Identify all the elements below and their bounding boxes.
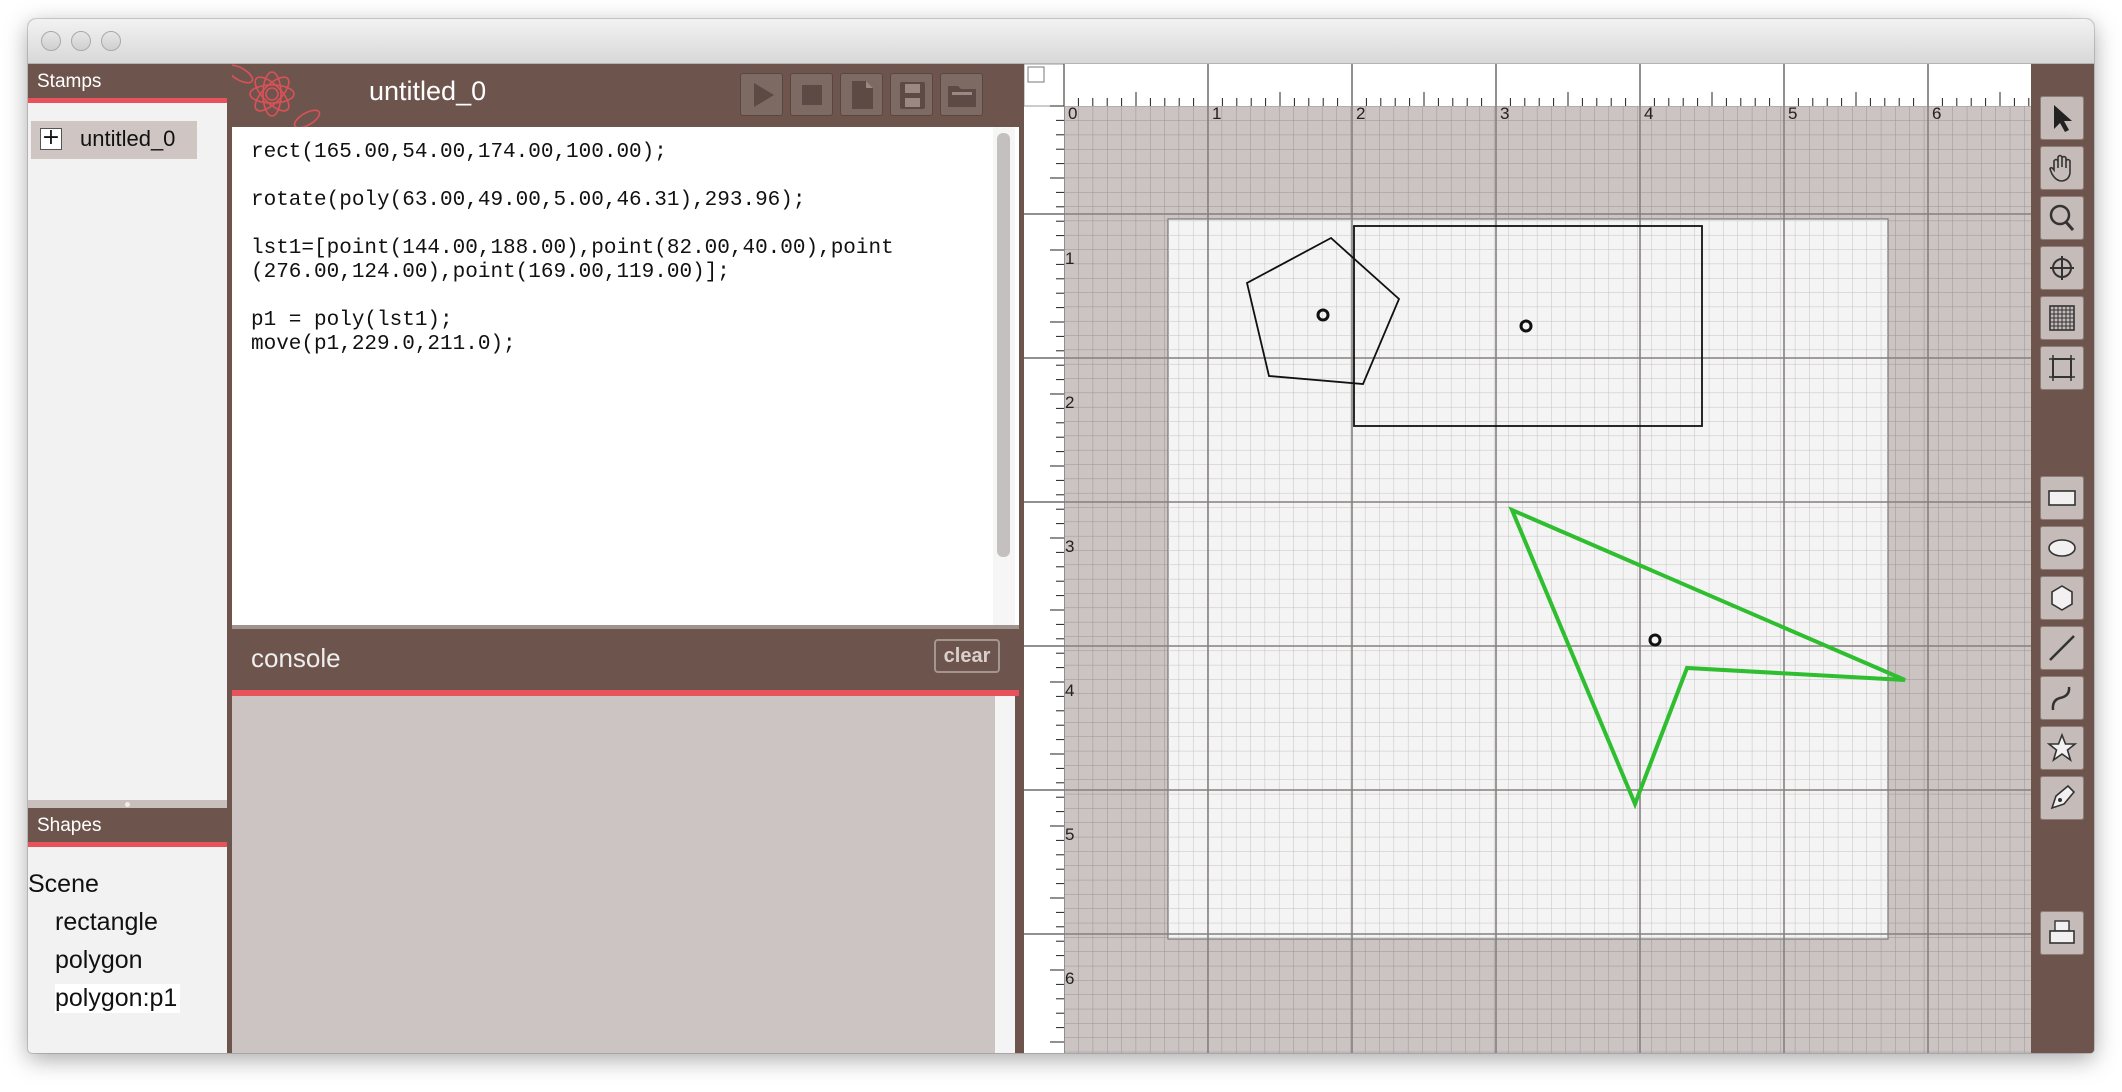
line-tool[interactable] [2040,626,2084,670]
zoom-icon [2049,204,2075,231]
top-ruler-label: 5 [1788,104,1797,123]
splitter-handle[interactable] [125,802,130,807]
crosshair-tool[interactable] [2040,246,2084,290]
pointer-tool[interactable] [2040,96,2084,140]
shapes-header-label: Shapes [37,815,102,836]
title-bar [28,19,2094,64]
stamps-header-label: Stamps [37,71,102,92]
console-output[interactable] [232,696,1015,1053]
minimize-window-button[interactable] [71,31,91,51]
grid-icon [2049,305,2075,331]
zoom-tool[interactable] [2040,196,2084,240]
editor-header: untitled_0 [232,64,1019,127]
run-button[interactable] [740,73,783,116]
crosshair-icon [2050,256,2074,280]
left-ruler [1024,64,1064,1053]
left-ruler-label: 3 [1065,537,1074,556]
close-window-button[interactable] [41,31,61,51]
left-ruler-label: 5 [1065,825,1074,844]
ellipse-icon [2048,539,2076,557]
console-title: console [251,643,341,673]
left-ruler-label: 2 [1065,393,1074,412]
line-icon [2049,635,2075,661]
print-icon [2049,920,2075,944]
document-title: untitled_0 [369,76,487,106]
tree-node-rectangle[interactable]: rectangle [55,908,158,937]
top-ruler-label: 1 [1212,104,1221,123]
drawing-canvas[interactable]: 0 1 2 3 4 5 6 1 2 3 4 5 6 [1024,64,2031,1053]
frame-icon [2049,355,2075,381]
hand-icon [2049,154,2071,182]
tree-node-polygon-p1[interactable]: polygon:p1 [55,984,181,1013]
star-tool[interactable] [2040,726,2084,770]
polygon-tool[interactable] [2040,576,2084,620]
frame-tool[interactable] [2040,346,2084,390]
code-editor[interactable]: rect(165.00,54.00,174.00,100.00); rotate… [232,127,1019,625]
top-ruler-label: 6 [1932,104,1941,123]
top-ruler-label: 3 [1500,104,1509,123]
code-scrollbar-thumb[interactable] [997,133,1010,557]
open-folder-icon [948,86,976,107]
top-ruler-label: 2 [1356,104,1365,123]
code-text[interactable]: rect(165.00,54.00,174.00,100.00); rotate… [251,141,991,357]
app-window: Stamps + untitled_0 Shapes Scene rectang… [28,19,2094,1053]
rectangle-icon [2048,490,2076,506]
stop-icon [802,85,822,105]
left-panel: Stamps + untitled_0 Shapes Scene rectang… [28,64,227,1053]
open-button[interactable] [940,73,983,116]
play-icon [754,83,774,107]
artboard-grid [1168,219,1888,939]
star-icon [2046,732,2078,762]
save-button[interactable] [890,73,933,116]
ellipse-tool[interactable] [2040,526,2084,570]
stop-button[interactable] [790,73,833,116]
shapes-header: Shapes [28,808,227,847]
tool-palette [2031,64,2094,1053]
editor-panel: untitled_0 rect(165.00,54.00,174.00,100.… [232,64,1019,1053]
print-tool[interactable] [2040,911,2084,955]
pen-tool[interactable] [2040,776,2084,820]
left-ruler-label: 4 [1065,681,1074,700]
curve-tool[interactable] [2040,676,2084,720]
tree-node-scene[interactable]: Scene [28,870,99,899]
top-ruler [1024,64,2031,106]
new-file-icon [852,81,873,109]
console-header: console clear [232,625,1019,696]
new-file-button[interactable] [840,73,883,116]
rectangle-tool[interactable] [2040,476,2084,520]
console-clear-button[interactable]: clear [934,639,1000,673]
top-ruler-label: 0 [1068,104,1077,123]
save-icon [900,82,925,109]
stamp-item-untitled-0[interactable]: + untitled_0 [31,121,197,159]
top-ruler-label: 4 [1644,104,1653,123]
left-ruler-label: 1 [1065,249,1074,268]
console-scrollbar[interactable] [995,696,1015,1053]
hexagon-icon [2051,585,2073,611]
flower-logo-icon [232,64,321,127]
pen-icon [2050,784,2076,810]
pointer-icon [2054,105,2072,132]
tree-node-polygon[interactable]: polygon [55,946,143,975]
grid-tool[interactable] [2040,296,2084,340]
expand-toggle[interactable]: + [40,127,62,150]
left-ruler-label: 6 [1065,969,1074,988]
stamps-header: Stamps [28,64,227,103]
hand-tool[interactable] [2040,146,2084,190]
curve-icon [2051,686,2071,711]
panel-splitter[interactable] [28,800,227,808]
canvas-panel: 0 1 2 3 4 5 6 1 2 3 4 5 6 [1024,64,2094,1053]
zoom-window-button[interactable] [101,31,121,51]
stamp-item-label: untitled_0 [80,126,176,151]
